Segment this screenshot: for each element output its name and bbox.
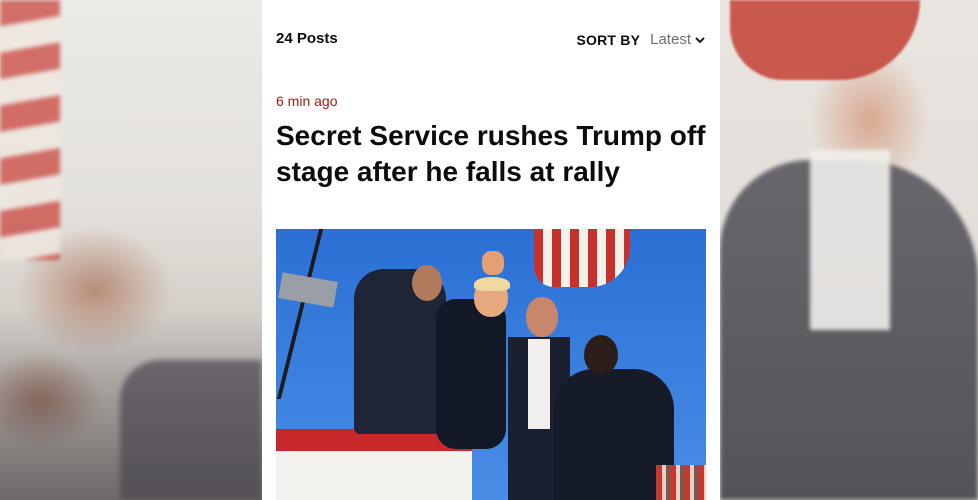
post-timestamp: 6 min ago bbox=[276, 93, 338, 109]
agent-head bbox=[584, 335, 618, 375]
background-figure bbox=[120, 360, 262, 500]
speaker bbox=[278, 272, 338, 308]
agent-shirt bbox=[528, 339, 550, 429]
chevron-down-icon[interactable] bbox=[694, 34, 706, 46]
agent-head bbox=[526, 297, 558, 337]
background-shirt bbox=[810, 150, 890, 330]
feed-toolbar: 24 Posts SORT BY Latest bbox=[276, 30, 706, 52]
live-blog-card: 24 Posts SORT BY Latest 6 min ago Secret… bbox=[262, 0, 720, 500]
light-mast bbox=[276, 229, 324, 399]
sort-control[interactable]: SORT BY Latest bbox=[576, 31, 706, 48]
post-photo[interactable] bbox=[276, 229, 706, 500]
post-headline[interactable]: Secret Service rushes Trump off stage af… bbox=[276, 118, 706, 190]
crowd bbox=[656, 465, 706, 500]
raised-fist bbox=[482, 251, 504, 275]
agent-head bbox=[412, 265, 442, 301]
american-flag bbox=[534, 229, 630, 287]
background-photo-right bbox=[720, 0, 978, 500]
speaker-figure bbox=[436, 299, 506, 449]
posts-count: 24 Posts bbox=[276, 30, 338, 47]
speaker-hair bbox=[474, 277, 510, 291]
sort-label: SORT BY bbox=[576, 31, 641, 48]
background-cap bbox=[730, 0, 920, 80]
background-flag bbox=[0, 0, 60, 260]
background-photo-left bbox=[0, 0, 262, 500]
sort-dropdown[interactable]: Latest bbox=[650, 31, 691, 48]
